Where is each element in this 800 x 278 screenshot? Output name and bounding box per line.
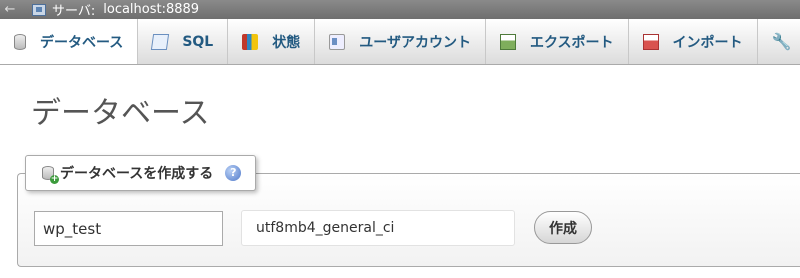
server-link[interactable]: localhost:8889 — [103, 2, 199, 17]
main-tab-bar: データベース SQL 状態 ユーザアカウント エクスポート インポート 🔧 — [0, 19, 800, 65]
server-label: サーバ: — [52, 4, 96, 19]
tab-label: エクスポート — [529, 34, 614, 51]
tab-label: ユーザアカウント — [359, 34, 471, 51]
help-icon[interactable]: ? — [225, 165, 242, 181]
tab-label: インポート — [672, 34, 743, 51]
tab-settings[interactable]: 🔧 — [758, 19, 800, 64]
tab-user-accounts[interactable]: ユーザアカウント — [315, 19, 486, 64]
wrench-icon: 🔧 — [771, 32, 792, 51]
database-name-input[interactable] — [34, 211, 223, 246]
page-title: データベース — [31, 96, 210, 131]
database-icon — [14, 33, 26, 50]
export-icon — [499, 33, 516, 50]
tab-status[interactable]: 状態 — [228, 19, 316, 64]
create-database-heading: データベースを作成する — [60, 166, 214, 182]
create-database-legend: データベースを作成する ? — [25, 155, 257, 191]
back-arrow-icon[interactable]: ← — [0, 2, 20, 17]
server-breadcrumb-bar: ← サーバ: localhost:8889 — [0, 0, 800, 19]
status-icon — [242, 33, 259, 50]
import-icon — [642, 33, 659, 50]
tab-label: データベース — [40, 34, 124, 51]
create-button[interactable]: 作成 — [534, 211, 592, 244]
collation-select[interactable]: utf8mb4_general_ci — [241, 210, 515, 246]
users-icon — [329, 33, 346, 50]
database-add-icon — [42, 166, 59, 184]
tab-import[interactable]: インポート — [629, 19, 758, 64]
tab-sql[interactable]: SQL — [138, 19, 229, 64]
collation-selected-value: utf8mb4_general_ci — [256, 220, 395, 236]
tab-label: 状態 — [272, 34, 301, 51]
tab-export[interactable]: エクスポート — [486, 19, 629, 64]
server-icon — [32, 3, 46, 16]
tab-databases[interactable]: データベース — [0, 19, 139, 64]
tab-label: SQL — [182, 33, 214, 50]
sql-icon — [151, 33, 170, 50]
